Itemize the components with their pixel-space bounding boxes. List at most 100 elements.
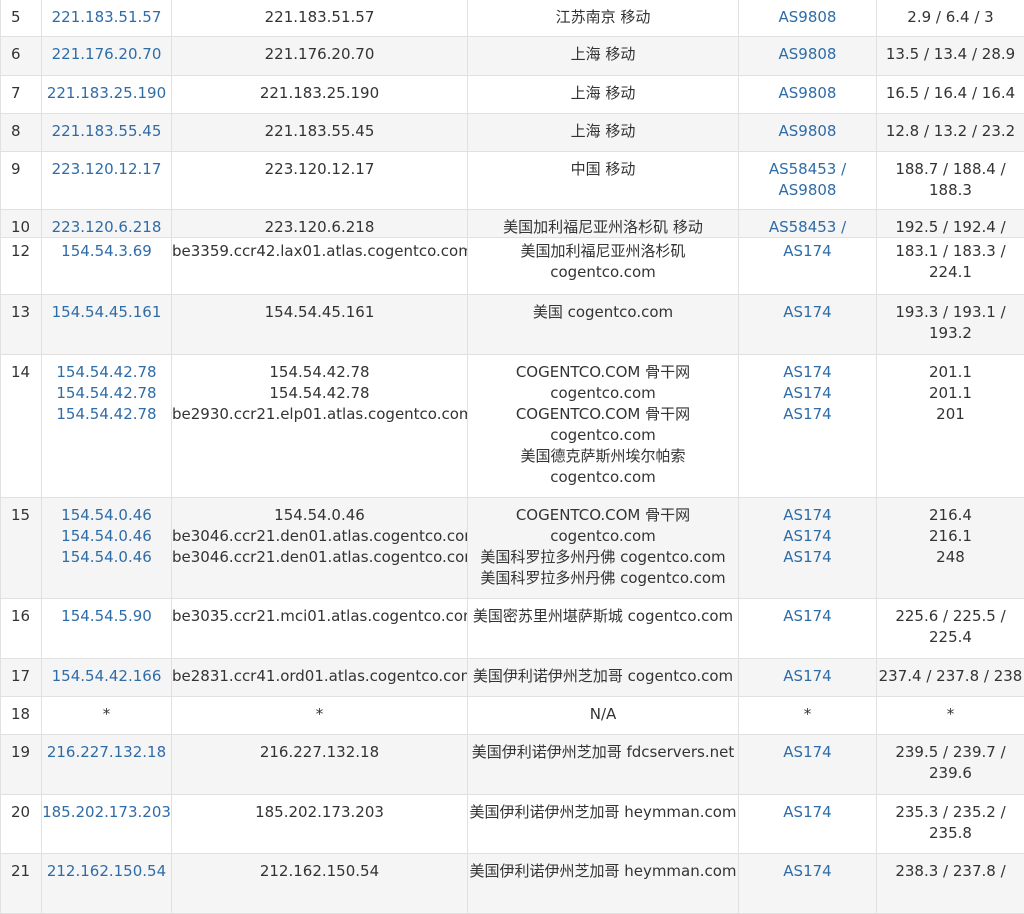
hostname: 154.54.45.161 — [172, 302, 467, 323]
ip-link[interactable]: 154.54.42.166 — [42, 666, 171, 687]
as-link-cell: AS9808 — [739, 0, 877, 37]
location-cell: 中国 移动 — [468, 152, 739, 210]
location-cell: 上海 移动 — [468, 76, 739, 114]
ip-link[interactable]: 223.120.12.17 — [42, 159, 171, 180]
hop-number: 15 — [11, 506, 30, 524]
as-link[interactable]: AS174 — [739, 861, 876, 882]
latency: 188.3 — [877, 180, 1024, 201]
latency-cell: 193.3 / 193.1 /193.2 — [877, 295, 1024, 355]
as-link[interactable]: AS174 — [739, 742, 876, 763]
as-link[interactable]: AS58453 / — [739, 217, 876, 238]
as-link[interactable]: AS174 — [739, 383, 876, 404]
hop-row: 16154.54.5.90be3035.ccr21.mci01.atlas.co… — [1, 599, 1024, 659]
location: 美国密苏里州堪萨斯城 cogentco.com — [468, 606, 738, 627]
location: 美国伊利诺伊州芝加哥 heymman.com — [468, 861, 738, 882]
latency: 235.8 — [877, 823, 1024, 844]
ip-link-cell: 154.54.45.161 — [42, 295, 172, 355]
hop-number: 21 — [11, 862, 30, 880]
ip-link[interactable]: 154.54.3.69 — [42, 241, 171, 262]
location: 美国加利福尼亚州洛杉矶 移动 — [468, 217, 738, 238]
as-link[interactable]: AS174 — [739, 547, 876, 568]
as-link[interactable]: AS174 — [739, 302, 876, 323]
location: COGENTCO.COM 骨干网 — [468, 362, 738, 383]
hop-number-cell: 20 — [1, 795, 42, 854]
hostname-cell: 216.227.132.18 — [172, 735, 468, 795]
hop-row: 12154.54.3.69be3359.ccr42.lax01.atlas.co… — [1, 238, 1024, 295]
ip-link[interactable]: 185.202.173.203 — [42, 802, 171, 823]
hostname: be3359.ccr42.lax01.atlas.cogentco.com — [172, 241, 467, 262]
hop-row: 6221.176.20.70221.176.20.70上海 移动AS980813… — [1, 37, 1024, 76]
ip-link[interactable]: 154.54.0.46 — [42, 505, 171, 526]
as-link[interactable]: AS9808 — [739, 7, 876, 28]
as-link-cell: AS174 — [739, 295, 877, 355]
ip-link[interactable]: 223.120.6.218 — [42, 217, 171, 238]
ip-link[interactable]: 154.54.42.78 — [42, 362, 171, 383]
hop-number-cell: 6 — [1, 37, 42, 76]
hop-number: 19 — [11, 743, 30, 761]
as-link[interactable]: AS9808 — [739, 180, 876, 201]
latency-cell: 239.5 / 239.7 /239.6 — [877, 735, 1024, 795]
as-link[interactable]: AS174 — [739, 606, 876, 627]
ip-link[interactable]: 154.54.5.90 — [42, 606, 171, 627]
latency-cell: * — [877, 697, 1024, 735]
as-link[interactable]: AS174 — [739, 526, 876, 547]
as-link[interactable]: AS174 — [739, 802, 876, 823]
ip-link[interactable]: 216.227.132.18 — [42, 742, 171, 763]
location: 美国 cogentco.com — [468, 302, 738, 323]
location: 美国加利福尼亚州洛杉矶 — [468, 241, 738, 262]
as-link[interactable]: AS174 — [739, 404, 876, 425]
location-cell: 美国伊利诺伊州芝加哥 cogentco.com — [468, 659, 739, 697]
latency-cell: 183.1 / 183.3 /224.1 — [877, 238, 1024, 295]
ip-link[interactable]: 154.54.0.46 — [42, 526, 171, 547]
location: 上海 移动 — [468, 121, 738, 142]
hop-row: 19216.227.132.18216.227.132.18美国伊利诺伊州芝加哥… — [1, 735, 1024, 795]
hop-number: 10 — [11, 218, 30, 236]
as-link[interactable]: AS174 — [739, 666, 876, 687]
ip-link-cell: 216.227.132.18 — [42, 735, 172, 795]
hostname: be2930.ccr21.elp01.atlas.cogentco.com — [172, 404, 467, 425]
as-link-cell: AS58453 /AS9808 — [739, 152, 877, 210]
hostname-cell: 154.54.0.46be3046.ccr21.den01.atlas.coge… — [172, 498, 468, 599]
hostname-cell: 154.54.45.161 — [172, 295, 468, 355]
latency: 224.1 — [877, 262, 1024, 283]
ip-link[interactable]: 221.183.25.190 — [42, 83, 171, 104]
latency: 216.4 — [877, 505, 1024, 526]
ip-link-cell: 221.183.55.45 — [42, 114, 172, 152]
hostname: 223.120.12.17 — [172, 159, 467, 180]
as-link[interactable]: AS58453 / — [739, 159, 876, 180]
ip-link: * — [42, 704, 171, 725]
as-link[interactable]: AS9808 — [739, 83, 876, 104]
location-cell: 美国加利福尼亚州洛杉矶cogentco.com — [468, 238, 739, 295]
ip-link-cell: 185.202.173.203 — [42, 795, 172, 854]
ip-link[interactable]: 154.54.0.46 — [42, 547, 171, 568]
as-link[interactable]: AS174 — [739, 505, 876, 526]
hop-row: 8221.183.55.45221.183.55.45上海 移动AS980812… — [1, 114, 1024, 152]
latency: 192.5 / 192.4 / — [877, 217, 1024, 238]
as-link[interactable]: AS174 — [739, 362, 876, 383]
ip-link[interactable]: 221.183.55.45 — [42, 121, 171, 142]
as-link[interactable]: AS9808 — [739, 44, 876, 65]
latency-cell: 201.1201.1201 — [877, 355, 1024, 498]
location: 美国科罗拉多州丹佛 cogentco.com — [468, 568, 738, 589]
hop-number: 6 — [11, 45, 21, 63]
hostname-cell: * — [172, 697, 468, 735]
latency: 239.6 — [877, 763, 1024, 784]
ip-link[interactable]: 221.183.51.57 — [42, 7, 171, 28]
ip-link[interactable]: 212.162.150.54 — [42, 861, 171, 882]
hop-number-cell: 15 — [1, 498, 42, 599]
ip-link[interactable]: 154.54.42.78 — [42, 404, 171, 425]
ip-link[interactable]: 221.176.20.70 — [42, 44, 171, 65]
hop-row: 7221.183.25.190221.183.25.190上海 移动AS9808… — [1, 76, 1024, 114]
ip-link-cell: 221.183.25.190 — [42, 76, 172, 114]
as-link[interactable]: AS174 — [739, 241, 876, 262]
location: cogentco.com — [468, 383, 738, 404]
traceroute-table-upper: 5221.183.51.57221.183.51.57江苏南京 移动AS9808… — [0, 0, 1024, 270]
as-link[interactable]: AS9808 — [739, 121, 876, 142]
hop-number-cell: 9 — [1, 152, 42, 210]
ip-link[interactable]: 154.54.45.161 — [42, 302, 171, 323]
ip-link[interactable]: 154.54.42.78 — [42, 383, 171, 404]
latency: 183.1 / 183.3 / — [877, 241, 1024, 262]
hostname-cell: 221.183.25.190 — [172, 76, 468, 114]
hop-number-cell: 17 — [1, 659, 42, 697]
hop-number: 20 — [11, 803, 30, 821]
